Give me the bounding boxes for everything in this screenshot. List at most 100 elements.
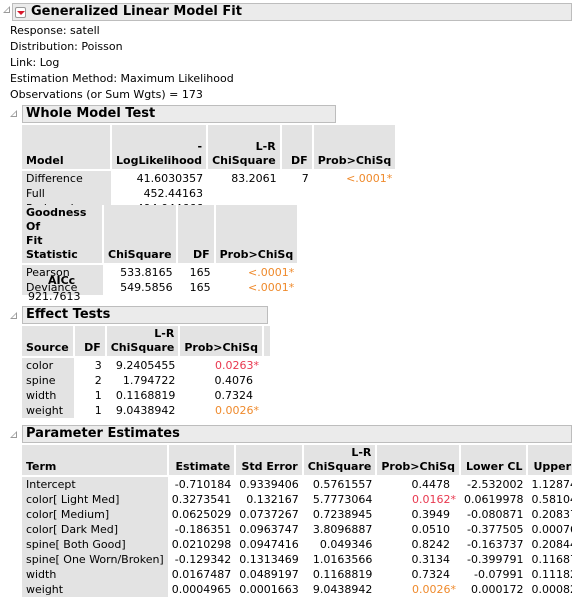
effect-tests-title: Effect Tests — [26, 307, 111, 322]
parameter-estimates-title: Parameter Estimates — [26, 426, 180, 441]
disclosure-triangle-icon[interactable] — [3, 6, 10, 13]
cell-est: -0.710184 — [167, 475, 236, 492]
effect-tests-header[interactable]: Effect Tests — [22, 306, 268, 324]
cell-chisq: 9.0438942 — [312, 583, 373, 596]
report-title: Generalized Linear Model Fit — [31, 4, 242, 19]
cell-ucl: 0.1168764 — [531, 553, 572, 566]
table-row: width 1 0.1168819 0.7324 — [22, 388, 271, 403]
table-row: color[ Medium] 0.0625029 0.0737267 0.723894… — [22, 507, 572, 522]
parameter-estimates-header[interactable]: Parameter Estimates — [22, 425, 572, 443]
cell-chisq: 1.0163566 — [312, 553, 373, 566]
cell-term: weight — [22, 582, 168, 597]
cell-se: 0.0489197 — [239, 568, 299, 581]
col-df: DF — [280, 125, 314, 170]
cell-term: color[ Medium] — [22, 507, 168, 522]
table-row: spine[ One Worn/Broken] -0.129342 0.131346… — [22, 552, 572, 567]
table-row: spine[ Both Good] 0.0210298 0.0947416 0.049… — [22, 537, 572, 552]
col-prob: Prob>ChiSq — [179, 326, 264, 357]
effect-tests-table: Source DF L-R ChiSquare Prob>ChiSq color … — [22, 326, 272, 418]
col-chisquare: L-R ChiSquare — [105, 326, 181, 357]
aicc-label: AICc — [48, 274, 76, 287]
whole-model-test-table: Model -LogLikelihood L-R ChiSquare DF Pro… — [22, 125, 398, 216]
col-prob: Prob>ChiSq — [214, 205, 300, 264]
col-fit-statistic: Goodness Of Fit Statistic — [22, 205, 104, 264]
col-spacer — [262, 326, 272, 357]
cell-est: 0.0210298 — [171, 538, 232, 551]
table-row: Difference 41.6030357 83.2061 7 <.0001* — [22, 169, 397, 186]
table-row: color 3 9.2405455 0.0263* — [22, 356, 271, 373]
cell-ucl: 0.2083795 — [531, 508, 572, 521]
cell-term: width — [22, 567, 168, 582]
cell-lcl: -0.07991 — [474, 568, 524, 581]
cell-se: 0.0001663 — [239, 583, 299, 596]
info-estimation-method: Estimation Method: Maximum Likelihood — [10, 72, 234, 85]
cell-est: -0.186351 — [174, 523, 232, 536]
cell-se: 0.0737267 — [239, 508, 299, 521]
cell-prob: 0.3949 — [411, 508, 450, 521]
cell-ucl: 0.1118218 — [531, 568, 572, 581]
cell-lcl: -0.377505 — [467, 523, 524, 536]
cell-est: 0.0625029 — [171, 508, 232, 521]
table-row: spine 2 1.794722 0.4076 — [22, 373, 271, 388]
cell-chisq: 0.049346 — [319, 538, 373, 551]
col-chisquare: L-R ChiSquare — [207, 125, 282, 170]
whole-model-test-header[interactable]: Whole Model Test — [22, 105, 336, 123]
col-loglikelihood: -LogLikelihood — [111, 125, 209, 170]
disclosure-triangle-icon[interactable] — [10, 110, 17, 117]
disclosure-triangle-icon[interactable] — [10, 312, 17, 319]
cell-ucl: 0.2084429 — [531, 538, 572, 551]
cell-lcl: -2.532002 — [459, 475, 528, 492]
cell-prob: 0.3134 — [411, 553, 450, 566]
col-prob: Prob>ChiSq — [376, 445, 461, 476]
cell-chisq: 5.7773064 — [312, 493, 373, 506]
parameter-estimates-table: Term Estimate Std Error L-R ChiSquare Pro… — [22, 445, 572, 597]
info-link: Link: Log — [10, 56, 60, 69]
table-row: Intercept -0.710184 0.9339406 0.5761557 0.44… — [22, 475, 572, 492]
cell-lcl: -0.163737 — [467, 538, 524, 551]
cell-se: 0.132167 — [246, 493, 299, 506]
cell-prob: 0.0026* — [411, 583, 456, 596]
cell-chisq: 0.1168819 — [312, 568, 373, 581]
cell-term: spine[ Both Good] — [22, 537, 168, 552]
cell-ucl: 0.5810457 — [531, 493, 572, 506]
col-source: Source — [22, 326, 75, 357]
red-triangle-menu-icon[interactable] — [15, 7, 26, 18]
col-chisquare: L-R ChiSquare — [302, 445, 378, 476]
aicc-value: 921.7613 — [28, 290, 81, 303]
info-observations: Observations (or Sum Wgts) = 173 — [10, 88, 203, 101]
cell-prob: 0.0162* — [411, 493, 456, 506]
whole-model-test-title: Whole Model Test — [26, 106, 156, 121]
cell-lcl: 0.0619978 — [463, 493, 524, 506]
info-distribution: Distribution: Poisson — [10, 40, 123, 53]
cell-term: color[ Light Med] — [22, 492, 168, 507]
cell-est: -0.129342 — [174, 553, 232, 566]
col-term: Term — [22, 445, 169, 476]
table-row: weight 0.0004965 0.0001663 9.0438942 0.0026*… — [22, 582, 572, 597]
table-row: Full 452.44163 — [22, 186, 396, 201]
col-upper-cl: Upper CL — [527, 445, 572, 476]
cell-est: 0.3273541 — [171, 493, 232, 506]
cell-se: 0.9339406 — [235, 475, 303, 492]
col-std-error: Std Error — [235, 445, 304, 476]
cell-chisq: 0.5761557 — [302, 475, 377, 492]
table-row: color[ Light Med] 0.3273541 0.132167 5.7773… — [22, 492, 572, 507]
col-df: DF — [73, 326, 107, 357]
disclosure-triangle-icon[interactable] — [10, 431, 17, 438]
table-row: weight 1 9.0438942 0.0026* — [22, 403, 271, 418]
cell-ucl: 1.1287428 — [527, 475, 572, 492]
col-estimate: Estimate — [167, 445, 237, 476]
col-df: DF — [176, 205, 216, 264]
cell-se: 0.0947416 — [239, 538, 299, 551]
table-row: width 0.0167487 0.0489197 0.1168819 0.7324 -0… — [22, 567, 572, 582]
cell-est: 0.0004965 — [171, 583, 232, 596]
col-lower-cl: Lower CL — [459, 445, 529, 476]
cell-est: 0.0167487 — [171, 568, 232, 581]
col-chisquare: ChiSquare — [103, 205, 178, 264]
cell-se: 0.1313469 — [239, 553, 299, 566]
cell-lcl: -0.399791 — [467, 553, 524, 566]
cell-term: color[ Dark Med] — [22, 522, 168, 537]
cell-se: 0.0963747 — [239, 523, 299, 536]
cell-lcl: 0.000172 — [470, 583, 524, 596]
info-response: Response: satell — [10, 24, 100, 37]
col-model: Model — [22, 125, 112, 170]
